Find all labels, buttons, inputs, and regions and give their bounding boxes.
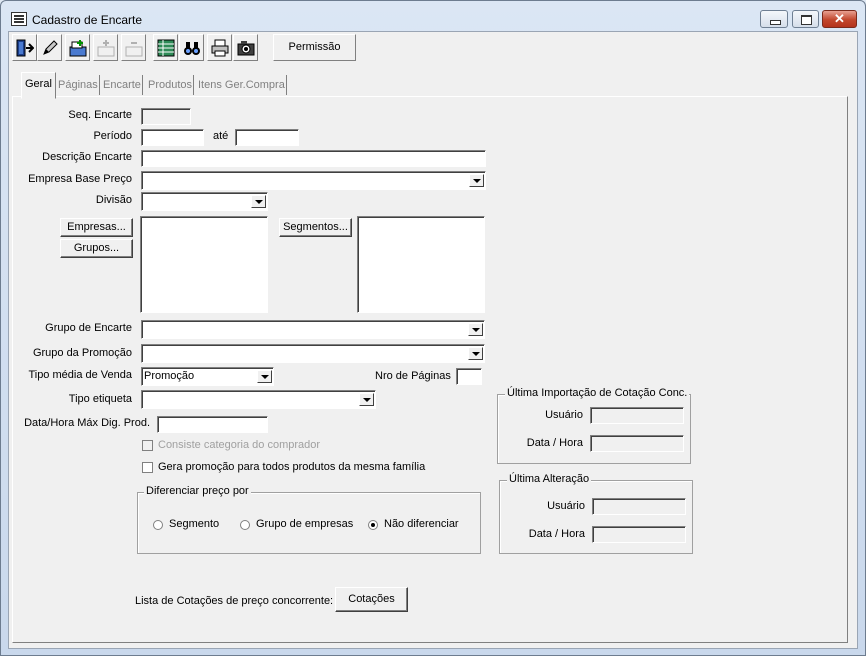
- grupo-promocao-select[interactable]: [141, 344, 485, 363]
- periodo-label: Período: [93, 130, 132, 142]
- maximize-button[interactable]: [792, 10, 819, 28]
- maximize-icon: [801, 15, 812, 25]
- importacao-data-hora-field[interactable]: [590, 435, 684, 452]
- tipo-midia-value: Promoção: [144, 370, 195, 382]
- diferenciar-title: Diferenciar preço por: [144, 485, 251, 497]
- chevron-down-icon[interactable]: [359, 393, 374, 406]
- window-title: Cadastro de Encarte: [32, 13, 143, 27]
- empresas-grupos-list[interactable]: [140, 216, 268, 313]
- ultima-importacao-title: Última Importação de Cotação Conc.: [505, 387, 690, 399]
- importacao-usuario-label: Usuário: [545, 409, 583, 421]
- empresa-base-select[interactable]: [141, 171, 486, 190]
- alteracao-usuario-field[interactable]: [592, 498, 686, 515]
- radio-grupo-empresas-label: Grupo de empresas: [256, 518, 354, 530]
- add-folder-icon: [69, 40, 87, 57]
- tab-itens-ger-compra[interactable]: Itens Ger.Compra: [197, 75, 287, 95]
- grupo-encarte-select[interactable]: [141, 320, 485, 339]
- tab-encarte[interactable]: Encarte: [102, 75, 143, 95]
- pencil-icon: [43, 40, 58, 55]
- radio-grupo-empresas[interactable]: [240, 520, 250, 530]
- radio-nao-diferenciar-label: Não diferenciar: [384, 518, 459, 530]
- grupo-encarte-label: Grupo de Encarte: [45, 322, 132, 334]
- edit-button[interactable]: [37, 34, 62, 61]
- ultima-alteracao-title: Última Alteração: [507, 473, 592, 485]
- tab-geral[interactable]: Geral: [21, 72, 56, 99]
- title-bar[interactable]: Cadastro de Encarte ✕: [1, 1, 865, 31]
- exit-button[interactable]: [12, 34, 37, 61]
- printer-icon: [211, 39, 229, 57]
- divisao-select[interactable]: [141, 192, 268, 211]
- exit-door-icon: [16, 39, 34, 57]
- tab-paginas[interactable]: Páginas: [57, 75, 100, 95]
- consiste-label: Consiste categoria do comprador: [158, 439, 321, 451]
- tipo-midia-select[interactable]: Promoção: [141, 367, 274, 386]
- alteracao-data-hora-label: Data / Hora: [528, 528, 585, 540]
- tipo-etiqueta-label: Tipo etiqueta: [68, 393, 132, 405]
- app-window: Cadastro de Encarte ✕ Permissão Geral Pá…: [0, 0, 866, 656]
- chevron-down-icon[interactable]: [251, 195, 266, 208]
- cotacoes-button[interactable]: Cotações: [335, 587, 408, 612]
- tipo-etiqueta-select[interactable]: [141, 390, 376, 409]
- periodo-end-field[interactable]: [235, 129, 299, 146]
- grupo-promocao-label: Grupo da Promoção: [32, 347, 132, 359]
- chevron-down-icon[interactable]: [257, 370, 272, 383]
- grupos-button[interactable]: Grupos...: [60, 239, 133, 258]
- periodo-start-field[interactable]: [141, 129, 204, 146]
- table-view-button[interactable]: [153, 34, 178, 61]
- nro-paginas-label: Nro de Páginas: [375, 370, 451, 382]
- data-hora-max-field[interactable]: [157, 416, 268, 433]
- binoculars-icon: [184, 42, 200, 55]
- radio-segmento[interactable]: [153, 520, 163, 530]
- empresa-base-label: Empresa Base Preço: [28, 173, 132, 185]
- data-hora-max-label: Data/Hora Máx Dig. Prod.: [24, 417, 150, 429]
- seq-encarte-label: Seq. Encarte: [68, 109, 132, 121]
- ultima-alteracao-group: Última Alteração Usuário Data / Hora: [499, 473, 693, 554]
- radio-nao-diferenciar[interactable]: [368, 520, 378, 530]
- disabled-delete-button[interactable]: [121, 34, 146, 61]
- tab-produtos[interactable]: Produtos: [147, 75, 195, 95]
- gera-promocao-checkbox[interactable]: [142, 462, 153, 473]
- importacao-data-hora-label: Data / Hora: [526, 437, 583, 449]
- diferenciar-group: Diferenciar preço por Segmento Grupo de …: [137, 485, 481, 554]
- segmentos-button[interactable]: Segmentos...: [279, 218, 352, 237]
- minimize-button[interactable]: [760, 10, 788, 28]
- alteracao-data-hora-field[interactable]: [592, 526, 686, 543]
- camera-icon: [237, 41, 255, 56]
- consiste-checkbox[interactable]: [142, 440, 153, 451]
- search-button[interactable]: [179, 34, 204, 61]
- lista-cotacoes-label: Lista de Cotações de preço concorrente:: [135, 595, 334, 607]
- form-window-icon: [11, 12, 27, 26]
- permissao-button[interactable]: Permissão: [273, 34, 356, 61]
- chevron-down-icon[interactable]: [468, 323, 483, 336]
- camera-button[interactable]: [233, 34, 258, 61]
- segmentos-list[interactable]: [357, 216, 485, 313]
- tipo-midia-label: Tipo média de Venda: [28, 369, 132, 381]
- copy-icon: [97, 40, 115, 57]
- minimize-icon: [770, 20, 781, 25]
- descricao-field[interactable]: [141, 150, 486, 167]
- nro-paginas-field[interactable]: [456, 368, 482, 385]
- gera-promocao-label: Gera promoção para todos produtos da mes…: [158, 461, 426, 473]
- chevron-down-icon[interactable]: [469, 174, 484, 187]
- add-record-button[interactable]: [65, 34, 90, 61]
- seq-encarte-field[interactable]: [141, 108, 191, 125]
- divisao-label: Divisão: [95, 194, 132, 206]
- form-client-area: Permissão Geral Páginas Encarte Produtos…: [8, 31, 858, 649]
- ultima-importacao-group: Última Importação de Cotação Conc. Usuár…: [497, 387, 691, 464]
- close-icon: ✕: [834, 11, 845, 26]
- delete-icon: [125, 42, 143, 57]
- disabled-copy-button[interactable]: [93, 34, 118, 61]
- alteracao-usuario-label: Usuário: [547, 500, 585, 512]
- ate-label: até: [213, 130, 229, 142]
- spreadsheet-icon: [157, 39, 175, 57]
- print-button[interactable]: [207, 34, 232, 61]
- close-button[interactable]: ✕: [822, 10, 857, 28]
- descricao-label: Descrição Encarte: [42, 151, 132, 163]
- importacao-usuario-field[interactable]: [590, 407, 684, 424]
- empresas-button[interactable]: Empresas...: [60, 218, 133, 237]
- radio-segmento-label: Segmento: [169, 518, 220, 530]
- chevron-down-icon[interactable]: [468, 347, 483, 360]
